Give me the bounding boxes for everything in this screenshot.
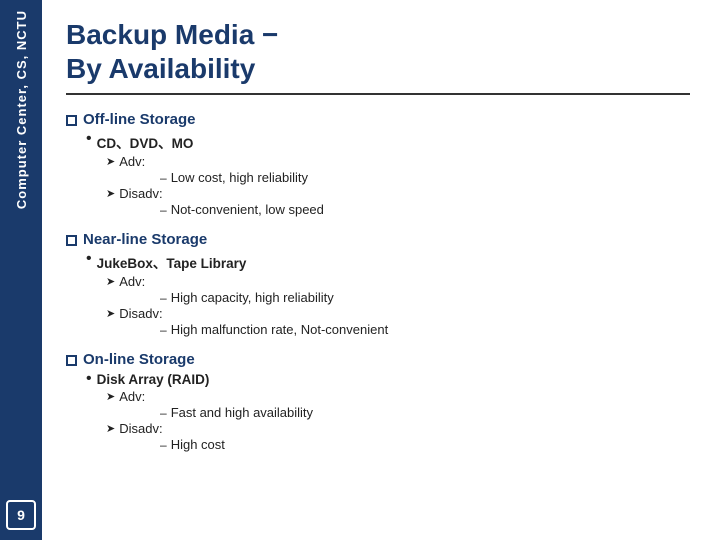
section-online: On-line Storage • Disk Array (RAID) ➤ Ad…: [66, 351, 690, 452]
bullet-icon: [66, 115, 77, 126]
offline-adv-block: ➤ Adv: – Low cost, high reliability ➤ Di…: [106, 154, 690, 217]
offline-disadv-line: ➤ Disadv:: [106, 186, 690, 201]
slide-number: 9: [6, 500, 36, 530]
nearline-disadv-detail: – High malfunction rate, Not-convenient: [160, 322, 690, 337]
triangle-icon: ➤: [106, 307, 115, 320]
dot-icon: •: [86, 371, 92, 387]
sidebar: Computer Center, CS, NCTU 9: [0, 0, 42, 540]
online-adv-line: ➤ Adv:: [106, 389, 690, 404]
section-offline-title: Off-line Storage: [66, 111, 690, 128]
nearline-adv-block: ➤ Adv: – High capacity, high reliability…: [106, 274, 690, 337]
section-nearline: Near-line Storage • JukeBox、Tape Library…: [66, 231, 690, 337]
sidebar-label: Computer Center, CS, NCTU: [14, 10, 29, 209]
offline-subitem: • CD、DVD、MO: [86, 132, 690, 152]
online-adv-block: ➤ Adv: – Fast and high availability ➤ Di…: [106, 389, 690, 452]
content-body: Off-line Storage • CD、DVD、MO ➤ Adv: – Lo…: [66, 111, 690, 522]
offline-adv-detail: – Low cost, high reliability: [160, 170, 690, 185]
online-adv-detail: – Fast and high availability: [160, 405, 690, 420]
offline-disadv-detail: – Not-convenient, low speed: [160, 202, 690, 217]
online-subitem: • Disk Array (RAID): [86, 372, 690, 387]
triangle-icon: ➤: [106, 275, 115, 288]
offline-adv-line: ➤ Adv:: [106, 154, 690, 169]
section-online-title: On-line Storage: [66, 351, 690, 368]
triangle-icon: ➤: [106, 422, 115, 435]
section-nearline-title: Near-line Storage: [66, 231, 690, 248]
nearline-adv-line: ➤ Adv:: [106, 274, 690, 289]
nearline-adv-detail: – High capacity, high reliability: [160, 290, 690, 305]
bullet-icon: [66, 355, 77, 366]
dot-icon: •: [86, 251, 92, 267]
nearline-subitem: • JukeBox、Tape Library: [86, 252, 690, 272]
triangle-icon: ➤: [106, 187, 115, 200]
triangle-icon: ➤: [106, 390, 115, 403]
bullet-icon: [66, 235, 77, 246]
online-disadv-detail: – High cost: [160, 437, 690, 452]
online-disadv-line: ➤ Disadv:: [106, 421, 690, 436]
nearline-disadv-line: ➤ Disadv:: [106, 306, 690, 321]
title-section: Backup Media − By Availability: [66, 18, 690, 95]
slide-title: Backup Media − By Availability: [66, 18, 690, 85]
dot-icon: •: [86, 131, 92, 147]
main-content: Backup Media − By Availability Off-line …: [42, 0, 720, 540]
triangle-icon: ➤: [106, 155, 115, 168]
section-offline: Off-line Storage • CD、DVD、MO ➤ Adv: – Lo…: [66, 111, 690, 217]
